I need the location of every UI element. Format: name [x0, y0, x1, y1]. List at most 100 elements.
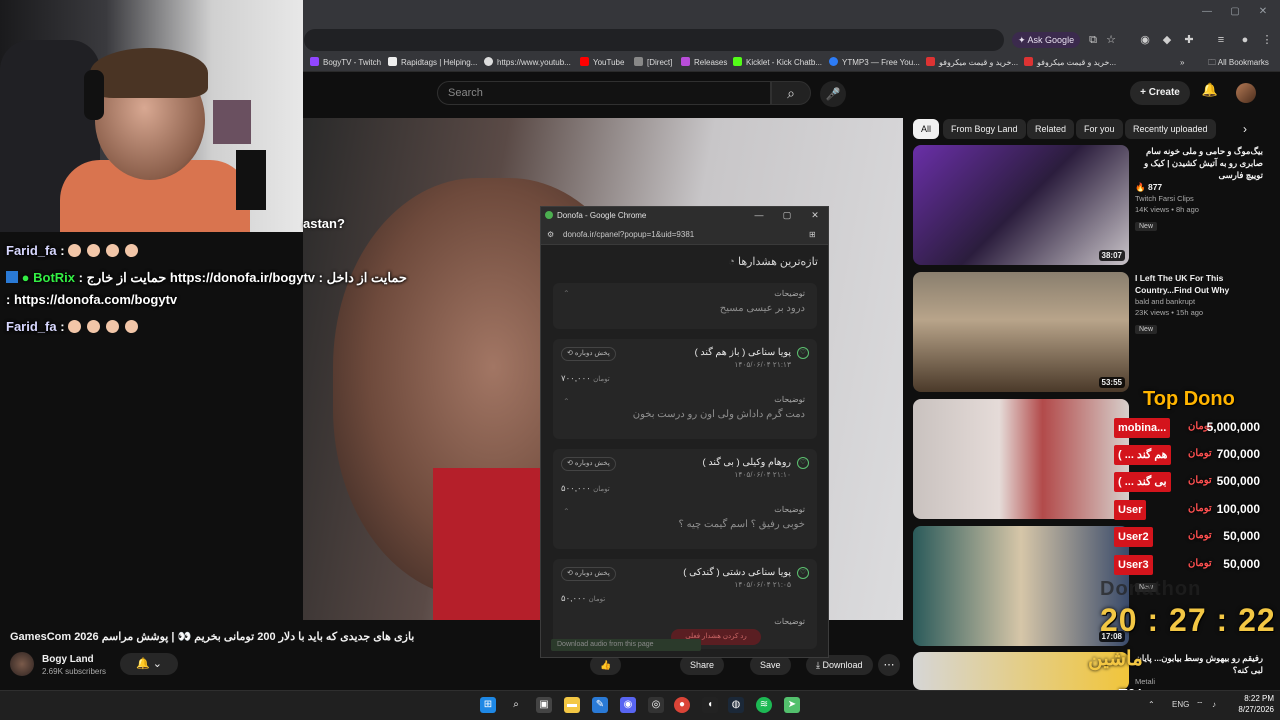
replay-button[interactable]: ⟲ پخش دوباره	[561, 567, 616, 581]
channel-avatar[interactable]	[10, 652, 34, 676]
alert-card: ♡ پویا سناعی ( باز هم گند ) ۱۴۰۵/۰۶/۰۴ ۲…	[553, 339, 817, 439]
discord-icon[interactable]: ◉	[620, 697, 636, 713]
chip-for-you[interactable]: For you	[1076, 119, 1123, 139]
install-icon[interactable]: ⧉	[1086, 33, 1100, 47]
like-button[interactable]: 👍	[590, 655, 622, 675]
top-dono-row: User3 تومان 50,000	[1114, 555, 1260, 575]
obs-icon[interactable]: ◎	[648, 697, 664, 713]
related-meta: 14K views • 8h ago	[1135, 205, 1199, 214]
bookmark-item[interactable]: YTMP3 — Free You...	[829, 56, 920, 70]
alert-card: ♡ روهام وکیلی ( بی گند ) ۱۴۰۵/۰۶/۰۴ ۲۱:۱…	[553, 449, 817, 549]
channel-name[interactable]: Bogy Land	[42, 654, 94, 665]
dono-amount: 50,000	[1223, 529, 1260, 543]
ask-google-button[interactable]: ✦ Ask Google	[1012, 32, 1081, 48]
top-dono-row: ( ... بی گند تومان 500,000	[1114, 472, 1260, 492]
bookmark-item[interactable]: Kicklet - Kick Chatb...	[733, 56, 822, 70]
alerts-heading: تازه‌ترین هشدارها ◔	[728, 256, 818, 268]
bookmark-item[interactable]: خرید و قیمت میکروفو...	[1024, 56, 1116, 70]
download-audio-bar[interactable]: Download audio from this page	[551, 639, 701, 651]
notifications-icon[interactable]: 🔔	[1200, 82, 1220, 102]
share-button[interactable]: Share	[680, 655, 725, 675]
related-thumbnail[interactable]: 17:08	[913, 526, 1129, 646]
dono-currency: تومان	[1188, 475, 1212, 486]
bookmark-item[interactable]: Rapidtags | Helping...	[388, 56, 477, 70]
extension-icon[interactable]: ◆	[1160, 33, 1174, 47]
donation-date: ۱۴۰۵/۰۶/۰۴ ۲۱:۱۳	[734, 360, 791, 369]
bookmark-item[interactable]: BogyTV - Twitch	[310, 56, 381, 70]
search-icon[interactable]: ⌕	[771, 81, 811, 105]
search-input[interactable]: Search	[437, 81, 771, 105]
puzzle-icon[interactable]: ✚	[1182, 33, 1196, 47]
address-bar[interactable]	[304, 29, 1004, 51]
more-options-icon[interactable]: ⋯	[878, 654, 900, 676]
menu-icon[interactable]: ⋮	[1260, 33, 1274, 47]
volume-icon[interactable]: ♪	[1212, 700, 1216, 709]
kick-icon	[733, 57, 742, 66]
profile-icon[interactable]: ●	[1238, 33, 1252, 47]
translate-icon[interactable]: ⊞	[809, 230, 816, 239]
donor-name: پویا سناعی دشتی ( گندکی )	[683, 567, 791, 578]
minimize-icon[interactable]: —	[1200, 6, 1214, 20]
chip-related[interactable]: Related	[1027, 119, 1075, 139]
chip-recently-uploaded[interactable]: Recently uploaded	[1125, 119, 1216, 139]
chevron-up-icon[interactable]: ⌃	[563, 507, 570, 516]
create-button[interactable]: + Create	[1130, 81, 1190, 105]
related-thumbnail[interactable]: 6	[913, 399, 1129, 519]
download-button[interactable]: ⤓ Download	[806, 655, 873, 675]
chevron-up-icon[interactable]: ⌃	[563, 289, 570, 298]
folder-icon[interactable]: ▬	[564, 697, 580, 713]
reading-list-icon[interactable]: ≡	[1214, 33, 1228, 47]
chip-from-channel[interactable]: From Bogy Land	[943, 119, 1026, 139]
chat-text: : حمایت از خارج https://donofa.ir/bogytv…	[78, 270, 407, 285]
extension-icon[interactable]: ◉	[1138, 33, 1152, 47]
all-bookmarks[interactable]: 🗀 All Bookmarks	[1208, 56, 1269, 70]
heart-icon: ♡	[797, 347, 809, 359]
star-icon[interactable]: ☆	[1104, 33, 1118, 47]
minimize-icon[interactable]: —	[753, 210, 765, 222]
spotify-icon[interactable]: ≋	[756, 697, 772, 713]
clock-time[interactable]: 8:22 PM	[1234, 694, 1274, 703]
shop-icon	[926, 57, 935, 66]
maximize-icon[interactable]: ▢	[1228, 6, 1242, 20]
search-icon[interactable]: ⌕	[508, 697, 524, 713]
bookmark-item[interactable]: Releases	[681, 56, 727, 70]
related-thumbnail[interactable]: 38:07	[913, 145, 1129, 265]
task-view-icon[interactable]: ▣	[536, 697, 552, 713]
popup-url-bar[interactable]: ⚙ donofa.ir/cpanel?popup=1&uid=9381 ⊞	[541, 225, 828, 245]
avatar[interactable]	[1236, 83, 1256, 103]
bookmark-item[interactable]: [Direct]	[634, 56, 672, 70]
save-button[interactable]: Save	[750, 655, 791, 675]
globe-icon	[484, 57, 493, 66]
app-icon[interactable]: ➤	[784, 697, 800, 713]
related-info[interactable]: رفیقم رو بیهوش وسط بیابون... پایان لبی ک…	[1135, 652, 1263, 687]
related-info[interactable]: بیگ‌موگ و حامی و ملی خونه سام صابری رو ب…	[1135, 145, 1263, 233]
app-icon[interactable]: ◖	[702, 697, 718, 713]
tray-chevron-icon[interactable]: ⌃	[1148, 700, 1155, 709]
related-thumbnail[interactable]: 53:55	[913, 272, 1129, 392]
keyboard-language[interactable]: ENG	[1172, 700, 1189, 709]
steam-icon[interactable]: ◍	[728, 697, 744, 713]
bookmark-item[interactable]: خرید و قیمت میکروفو...	[926, 56, 1018, 70]
chevron-up-icon[interactable]: ⌃	[563, 397, 570, 406]
wifi-icon[interactable]: ⌔	[1196, 700, 1204, 710]
close-icon[interactable]: ✕	[1256, 6, 1270, 20]
chrome-icon[interactable]: ●	[674, 697, 690, 713]
microphone-icon[interactable]: 🎤	[820, 81, 846, 107]
maximize-icon[interactable]: ▢	[781, 210, 793, 222]
chevron-right-icon[interactable]: ›	[1236, 120, 1254, 138]
related-info[interactable]: I Left The UK For This Country...Find Ou…	[1135, 272, 1263, 336]
description-label: توضیحات	[774, 395, 805, 404]
bookmark-item[interactable]: https://www.youtub...	[484, 56, 571, 70]
clock-date[interactable]: 8/27/2026	[1226, 705, 1274, 714]
vscode-icon[interactable]: ✎	[592, 697, 608, 713]
close-icon[interactable]: ✕	[809, 210, 821, 222]
replay-button[interactable]: ⟲ پخش دوباره	[561, 347, 616, 361]
bookmarks-overflow-icon[interactable]: »	[1180, 56, 1184, 70]
chip-all[interactable]: All	[913, 119, 940, 139]
replay-button[interactable]: ⟲ پخش دوباره	[561, 457, 616, 471]
dono-name: ( ... هم گند	[1114, 445, 1172, 465]
windows-start-icon[interactable]: ⊞	[480, 697, 496, 713]
donofa-popup-window[interactable]: Donofa - Google Chrome — ▢ ✕ ⚙ donofa.ir…	[540, 206, 829, 658]
bookmark-item[interactable]: YouTube	[580, 56, 624, 70]
subscribed-button[interactable]: 🔔 ⌄	[120, 653, 178, 675]
